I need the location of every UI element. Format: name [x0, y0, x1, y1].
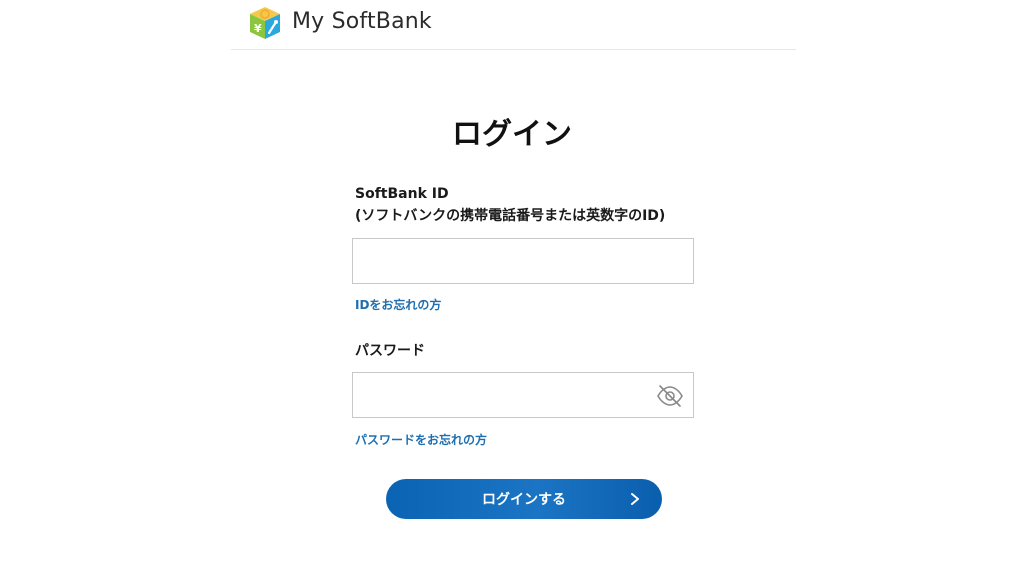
softbank-id-input[interactable]	[353, 239, 693, 283]
softbank-id-field[interactable]	[352, 238, 694, 284]
password-input[interactable]	[353, 373, 693, 417]
eye-slash-icon[interactable]	[655, 383, 685, 409]
softbank-id-sublabel: (ソフトバンクの携帯電話番号または英数字のID)	[355, 208, 666, 224]
login-button[interactable]: ログインする	[386, 479, 662, 519]
brand-title: My SoftBank	[292, 9, 432, 34]
forgot-id-link[interactable]: IDをお忘れの方	[355, 297, 441, 313]
softbank-id-label: SoftBank ID	[355, 186, 449, 202]
chevron-right-icon	[631, 493, 639, 505]
softbank-cube-logo-icon[interactable]: ¥	[247, 5, 283, 41]
header: ¥ My SoftBank	[231, 0, 796, 50]
password-label: パスワード	[355, 343, 425, 359]
login-button-label: ログインする	[482, 491, 566, 507]
svg-text:¥: ¥	[254, 22, 262, 35]
password-field[interactable]	[352, 372, 694, 418]
forgot-password-link[interactable]: パスワードをお忘れの方	[355, 432, 487, 448]
login-page: ¥ My SoftBank ログイン SoftBank ID (ソフトバンクの携…	[0, 0, 1024, 564]
page-title: ログイン	[452, 117, 572, 152]
